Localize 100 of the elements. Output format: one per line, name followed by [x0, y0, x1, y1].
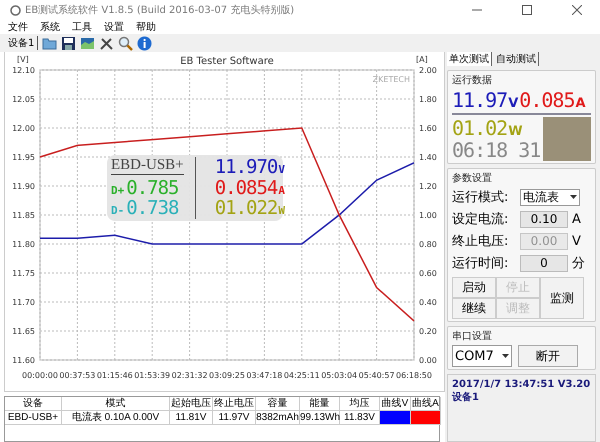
window-title: EB测试系统软件 V1.8.5 (Build 2016-03-07 充电头特别版) — [25, 4, 296, 17]
action-button[interactable]: 监测 — [540, 277, 584, 319]
axis-label: 02:31:32 — [172, 371, 208, 380]
axis-label: 01:15:46 — [96, 371, 133, 380]
axis-label: 11.60 — [12, 356, 35, 365]
unit-label: W — [508, 124, 523, 139]
column-header: 模式 — [62, 397, 170, 411]
axis-label: 11.90 — [12, 182, 35, 191]
unit-label: V — [572, 234, 581, 248]
unit-label: A — [576, 96, 586, 111]
axis-label: 1.20 — [419, 182, 437, 191]
axis-label: 11.85 — [12, 211, 35, 220]
menu-item[interactable]: 文件 — [8, 20, 28, 34]
search-icon[interactable] — [118, 36, 134, 50]
axis-label: 0.60 — [419, 269, 437, 278]
axis-label: 12.05 — [12, 95, 35, 104]
app-icon — [10, 4, 21, 16]
current-reading: 0.0854 — [214, 178, 278, 198]
axis-label: 2.00 — [419, 66, 437, 75]
table-cell: 11.81V — [170, 411, 213, 425]
voltage-reading: 11.97 — [452, 89, 508, 111]
axis-label: 06:18:50 — [396, 371, 432, 380]
action-button[interactable]: 继续 — [452, 298, 496, 319]
device-label: 设备1 — [8, 36, 38, 50]
dropdown-arrow-icon — [502, 354, 509, 358]
axis-label: 11.70 — [12, 298, 35, 307]
chart-title: EB Tester Software — [180, 56, 274, 67]
field-label: 设定电流: — [452, 211, 510, 228]
axis-label: 0.00 — [419, 356, 437, 365]
table-cell: 11.97V — [213, 411, 256, 425]
axis-label: 05:40:57 — [358, 371, 395, 380]
brand-label: ZKETECH — [372, 75, 410, 84]
photo-placeholder — [543, 117, 591, 161]
disconnect-button[interactable]: 断开 — [518, 345, 578, 367]
mode-dropdown[interactable]: 电流表 — [520, 188, 580, 206]
table-cell: 8382mAh — [256, 411, 300, 425]
voltage-reading: 11.970 — [214, 157, 278, 177]
input-field[interactable]: 0.10 — [520, 210, 568, 228]
column-header: 能量 — [300, 397, 340, 411]
menu-item[interactable]: 设置 — [104, 20, 124, 34]
table-cell: EBD-USB+ — [5, 411, 62, 425]
axis-label: 1.40 — [419, 153, 437, 162]
group-title: 参数设置 — [452, 172, 493, 185]
tab[interactable]: 单次测试 — [447, 52, 492, 66]
axis-label: 05:03:04 — [321, 371, 358, 380]
axis-label: 11.65 — [12, 327, 35, 336]
tab[interactable]: 自动测试 — [494, 52, 539, 66]
axis-label: 00:37:53 — [59, 371, 96, 380]
axis-label: 0.80 — [419, 240, 437, 249]
dropdown-arrow-icon — [570, 195, 577, 199]
axis-label: 00:00:00 — [22, 371, 58, 380]
field-label: 终止电压: — [452, 233, 510, 250]
menu-item[interactable]: 系统 — [40, 20, 60, 34]
axis-label: 1.60 — [419, 124, 437, 133]
close-icon — [572, 5, 582, 15]
table-cell: 99.13Wh — [300, 411, 340, 425]
menu-item[interactable]: 帮助 — [136, 20, 156, 34]
menu-item[interactable]: 工具 — [72, 20, 92, 34]
table-cell: 电流表 0.10A 0.00V — [62, 411, 170, 425]
line-label: D- — [111, 204, 124, 218]
chart-image-icon[interactable] — [80, 36, 96, 50]
dplus-reading: 0.785 — [126, 178, 178, 198]
axis-label: 03:09:25 — [209, 371, 245, 380]
axis-label: 12.00 — [12, 124, 35, 133]
power-reading: 01.02 — [452, 117, 508, 139]
axis-unit: [A] — [416, 55, 428, 64]
axis-label: 12.10 — [12, 66, 35, 75]
folder-icon[interactable] — [42, 36, 58, 50]
info-icon[interactable] — [137, 36, 152, 50]
dminus-reading: 0.738 — [126, 198, 178, 218]
axis-label: 1.00 — [419, 211, 437, 220]
axis-unit: [V] — [17, 55, 29, 64]
status-text: 2017/1/7 13:47:51 V3.20 — [452, 379, 591, 390]
unit-label: 分 — [572, 255, 585, 272]
line-label: D+ — [111, 184, 124, 197]
port-dropdown[interactable]: COM7 — [452, 345, 512, 367]
column-header: 起始电压 — [170, 397, 213, 411]
power-reading: 01.022 — [214, 198, 278, 218]
column-header: 设备 — [5, 397, 62, 411]
axis-label: 0.20 — [419, 327, 437, 336]
axis-label: 03:47:18 — [246, 371, 282, 380]
unit-label: W — [278, 204, 285, 218]
action-button[interactable]: 启动 — [452, 277, 496, 298]
input-field[interactable]: 0 — [520, 254, 568, 272]
axis-label: 0.40 — [419, 298, 437, 307]
axis-label: 01:53:39 — [134, 371, 170, 380]
column-header: 终止电压 — [213, 397, 256, 411]
unit-label: A — [278, 184, 285, 197]
save-icon[interactable] — [61, 36, 76, 50]
unit-label: A — [572, 212, 581, 226]
column-header: 容量 — [256, 397, 300, 411]
axis-label: 1.80 — [419, 95, 437, 104]
maximize-icon — [522, 5, 532, 15]
unit-label: V — [278, 163, 285, 176]
device-name: EBD-USB+ — [111, 157, 184, 175]
axis-label: 11.95 — [12, 153, 35, 162]
group-title: 串口设置 — [452, 330, 493, 343]
axis-label: 11.80 — [12, 240, 35, 249]
status-text: 设备1 — [452, 390, 480, 404]
axis-label: 11.75 — [12, 269, 35, 278]
